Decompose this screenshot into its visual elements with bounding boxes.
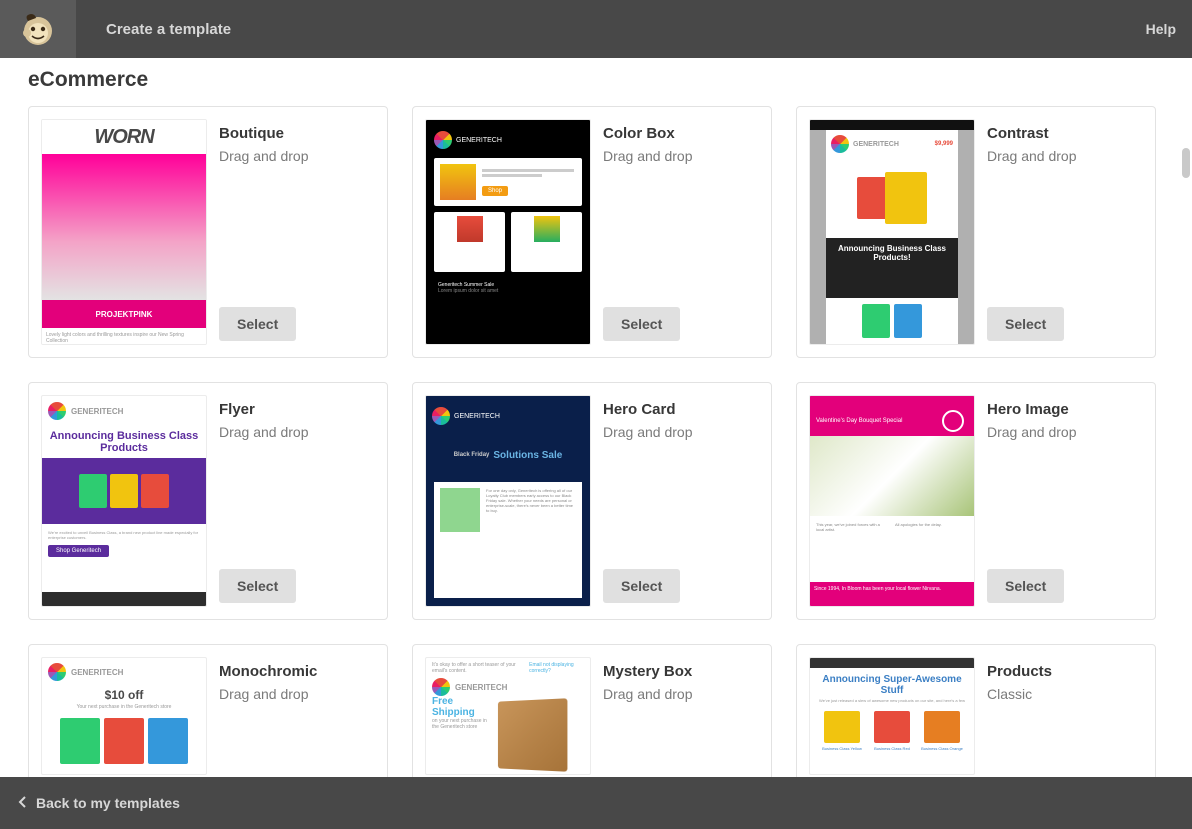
template-thumbnail: Announcing Super-Awesome Stuff We've jus… [809,657,975,775]
template-subtitle: Drag and drop [987,424,1143,440]
template-subtitle: Drag and drop [219,424,375,440]
template-subtitle: Drag and drop [603,686,759,702]
template-thumbnail: GENERITECH$9,999 Announcing Business Cla… [809,119,975,345]
scrollbar-thumb[interactable] [1182,148,1190,178]
template-card-products[interactable]: Announcing Super-Awesome Stuff We've jus… [796,644,1156,777]
mailchimp-logo[interactable] [0,0,76,58]
help-link[interactable]: Help [1146,21,1176,37]
template-name: Hero Image [987,401,1143,418]
starburst-icon [831,135,849,153]
bottombar: Back to my templates [0,777,1192,829]
template-name: Mystery Box [603,663,759,680]
starburst-icon [48,663,66,681]
starburst-icon [432,678,450,696]
template-name: Color Box [603,125,759,142]
back-link[interactable]: Back to my templates [36,795,180,811]
select-button[interactable]: Select [603,569,680,603]
select-button[interactable]: Select [603,307,680,341]
template-name: Boutique [219,125,375,142]
select-button[interactable]: Select [987,307,1064,341]
monkey-icon [18,9,58,49]
content-area: eCommerce WORN PROJEKTPINK Lovely light … [0,58,1192,777]
template-subtitle: Drag and drop [219,148,375,164]
template-card-boutique[interactable]: WORN PROJEKTPINK Lovely light colors and… [28,106,388,358]
select-button[interactable]: Select [219,307,296,341]
template-thumbnail: GENERITECH Black FridaySolutions Sale Fo… [425,395,591,607]
template-thumbnail: WORN PROJEKTPINK Lovely light colors and… [41,119,207,345]
template-thumbnail: It's okay to offer a short teaser of you… [425,657,591,775]
template-card-colorbox[interactable]: GENERITECH Shop Generitech Summer SaleLo… [412,106,772,358]
starburst-icon [432,407,450,425]
template-card-monochromic[interactable]: GENERITECH $10 off Your next purchase in… [28,644,388,777]
starburst-icon [434,131,452,149]
page-title: Create a template [106,21,231,38]
template-name: Flyer [219,401,375,418]
template-card-mysterybox[interactable]: It's okay to offer a short teaser of you… [412,644,772,777]
template-card-heroimage[interactable]: Valentine's Day Bouquet Special This yea… [796,382,1156,620]
select-button[interactable]: Select [219,569,296,603]
template-subtitle: Drag and drop [219,686,375,702]
select-button[interactable]: Select [987,569,1064,603]
template-thumbnail: GENERITECH Announcing Business Class Pro… [41,395,207,607]
template-grid: WORN PROJEKTPINK Lovely light colors and… [28,106,1164,777]
starburst-icon [48,402,66,420]
template-name: Monochromic [219,663,375,680]
template-name: Products [987,663,1143,680]
template-subtitle: Drag and drop [987,148,1143,164]
section-title: eCommerce [28,68,1164,92]
template-thumbnail: GENERITECH Shop Generitech Summer SaleLo… [425,119,591,345]
template-card-flyer[interactable]: GENERITECH Announcing Business Class Pro… [28,382,388,620]
template-thumbnail: GENERITECH $10 off Your next purchase in… [41,657,207,775]
chevron-left-icon [18,795,26,811]
template-thumbnail: Valentine's Day Bouquet Special This yea… [809,395,975,607]
template-card-herocard[interactable]: GENERITECH Black FridaySolutions Sale Fo… [412,382,772,620]
template-subtitle: Drag and drop [603,148,759,164]
template-subtitle: Classic [987,686,1143,702]
topbar: Create a template Help [0,0,1192,58]
template-name: Hero Card [603,401,759,418]
template-subtitle: Drag and drop [603,424,759,440]
template-card-contrast[interactable]: GENERITECH$9,999 Announcing Business Cla… [796,106,1156,358]
template-name: Contrast [987,125,1143,142]
